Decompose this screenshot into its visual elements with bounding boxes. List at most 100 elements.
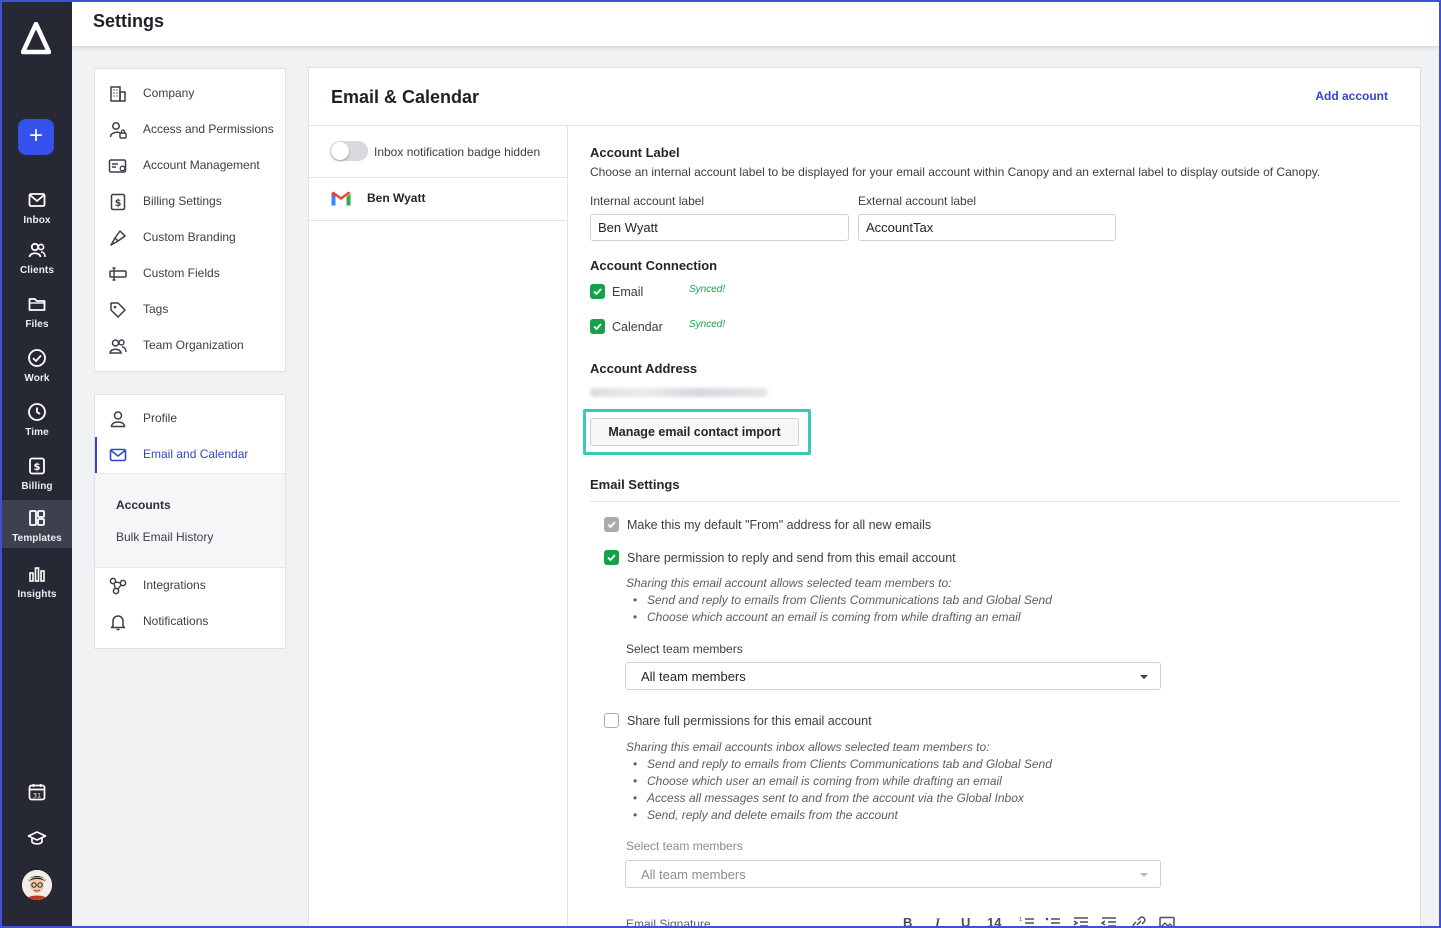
share-reply-bullet: Choose which account an email is coming … [633,610,1020,624]
menu-item-label: Custom Fields [143,266,220,280]
manage-email-contact-import-button[interactable]: Manage email contact import [590,418,799,446]
user-avatar[interactable] [22,870,52,900]
bell-icon [110,615,126,631]
outdent-icon[interactable] [1101,916,1117,928]
email-calendar-panel: Email & Calendar Add account Inbox notif… [308,67,1421,928]
select-value: All team members [641,669,746,684]
menu-item-company[interactable]: Company [95,76,285,112]
email-settings-divider [590,501,1400,502]
settings-menu-group-1: Company Access and Permissions Account M… [94,68,286,372]
menu-item-notifications[interactable]: Notifications [95,604,285,640]
rail-clients[interactable]: Clients [2,232,72,284]
avatar-face-icon [22,870,52,900]
user-icon [110,411,126,428]
share-full-intro: Sharing this email accounts inbox allows… [626,740,990,754]
share-full-label: Share full permissions for this email ac… [627,714,872,728]
check-icon [593,323,602,331]
menu-item-team-organization[interactable]: Team Organization [95,328,285,364]
bold-button[interactable]: B [903,915,912,928]
work-check-icon [28,349,46,367]
rail-work[interactable]: Work [2,340,72,392]
templates-icon [29,510,45,526]
share-full-bullet: Choose which user an email is coming fro… [633,774,1002,788]
user-lock-icon [109,122,127,139]
menu-item-custom-fields[interactable]: Custom Fields [95,256,285,292]
menu-item-custom-branding[interactable]: Custom Branding [95,220,285,256]
page-title: Settings [93,11,165,31]
ordered-list-icon[interactable]: 1 [1019,916,1035,928]
share-reply-checkbox[interactable] [604,550,619,565]
menu-item-label: Profile [143,411,178,425]
create-new-button[interactable]: + [18,119,54,155]
submenu-accounts[interactable]: Accounts [116,498,171,512]
underline-button[interactable]: U [961,915,970,928]
account-list-item[interactable]: Ben Wyatt [309,177,567,221]
menu-item-label: Team Organization [143,338,244,352]
toggle-knob [331,142,349,160]
brush-icon [110,230,126,246]
menu-item-profile[interactable]: Profile [95,401,285,437]
rail-time[interactable]: Time [2,394,72,446]
share-reply-label: Share permission to reply and send from … [627,551,956,565]
menu-item-email-calendar[interactable]: Email and Calendar [95,437,285,473]
rail-files[interactable]: Files [2,286,72,338]
building-icon [110,86,126,102]
add-account-link[interactable]: Add account [1315,89,1388,103]
account-address-title: Account Address [590,361,698,376]
menu-item-label: Email and Calendar [143,447,249,461]
calendar-sync-status: Synced! [689,319,726,330]
team-icon [109,339,127,354]
calendar-sync-checkbox[interactable] [590,319,605,334]
check-icon [593,288,602,296]
menu-item-tags[interactable]: Tags [95,292,285,328]
rail-inbox-label: Inbox [23,215,51,226]
field-icon [109,267,127,281]
share-full-bullet: Access all messages sent to and from the… [633,791,1024,805]
menu-item-label: Account Management [143,158,260,172]
inbox-badge-toggle-label: Inbox notification badge hidden [374,145,541,159]
italic-button[interactable]: I [935,915,940,928]
select-value: All team members [641,867,746,882]
share-full-checkbox[interactable] [604,713,619,728]
svg-text:$: $ [115,198,122,209]
app-rail: + Inbox Clients Files Work Time $ Billin… [2,2,72,926]
default-from-checkbox[interactable] [604,517,619,532]
calendar-sync-label: Calendar [612,320,663,334]
select-team-members-label-2: Select team members [626,839,743,853]
inbox-badge-toggle[interactable] [330,141,368,161]
email-sync-status: Synced! [689,284,726,295]
graduation-cap-icon[interactable] [27,828,47,848]
panel-header-divider [309,125,1420,126]
svg-text:1: 1 [1019,917,1022,923]
rail-insights[interactable]: Insights [2,556,72,608]
mail-icon [109,448,127,462]
account-label-description: Choose an internal account label to be d… [590,165,1321,179]
external-label-input[interactable]: AccountTax [858,214,1116,241]
team-members-select-1[interactable]: All team members [625,662,1161,690]
svg-text:$: $ [34,462,41,473]
email-sync-label: Email [612,285,644,299]
menu-item-access-permissions[interactable]: Access and Permissions [95,112,285,148]
menu-item-integrations[interactable]: Integrations [95,568,285,604]
link-icon[interactable] [1131,916,1147,928]
rail-templates[interactable]: Templates [2,500,72,548]
menu-item-account-management[interactable]: Account Management [95,148,285,184]
share-reply-bullet: Send and reply to emails from Clients Co… [633,593,1052,607]
bullet-list-icon[interactable] [1045,916,1061,928]
menu-item-billing-settings[interactable]: $ Billing Settings [95,184,285,220]
tag-icon [110,302,126,318]
font-size-button[interactable]: 14 [987,915,1001,928]
account-name: Ben Wyatt [367,191,426,205]
email-sync-checkbox[interactable] [590,284,605,299]
rail-inbox[interactable]: Inbox [2,182,72,234]
image-icon[interactable] [1159,916,1175,928]
indent-icon[interactable] [1073,916,1089,928]
submenu-bulk-email-history[interactable]: Bulk Email History [116,530,213,544]
rail-clients-label: Clients [19,265,55,276]
internal-label-input[interactable]: Ben Wyatt [590,214,849,241]
canopy-logo-icon[interactable] [21,22,51,56]
calendar-icon[interactable]: 31 [27,782,47,802]
external-label-caption: External account label [858,194,977,208]
rail-billing[interactable]: $ Billing [2,448,72,500]
clients-icon [28,242,46,258]
